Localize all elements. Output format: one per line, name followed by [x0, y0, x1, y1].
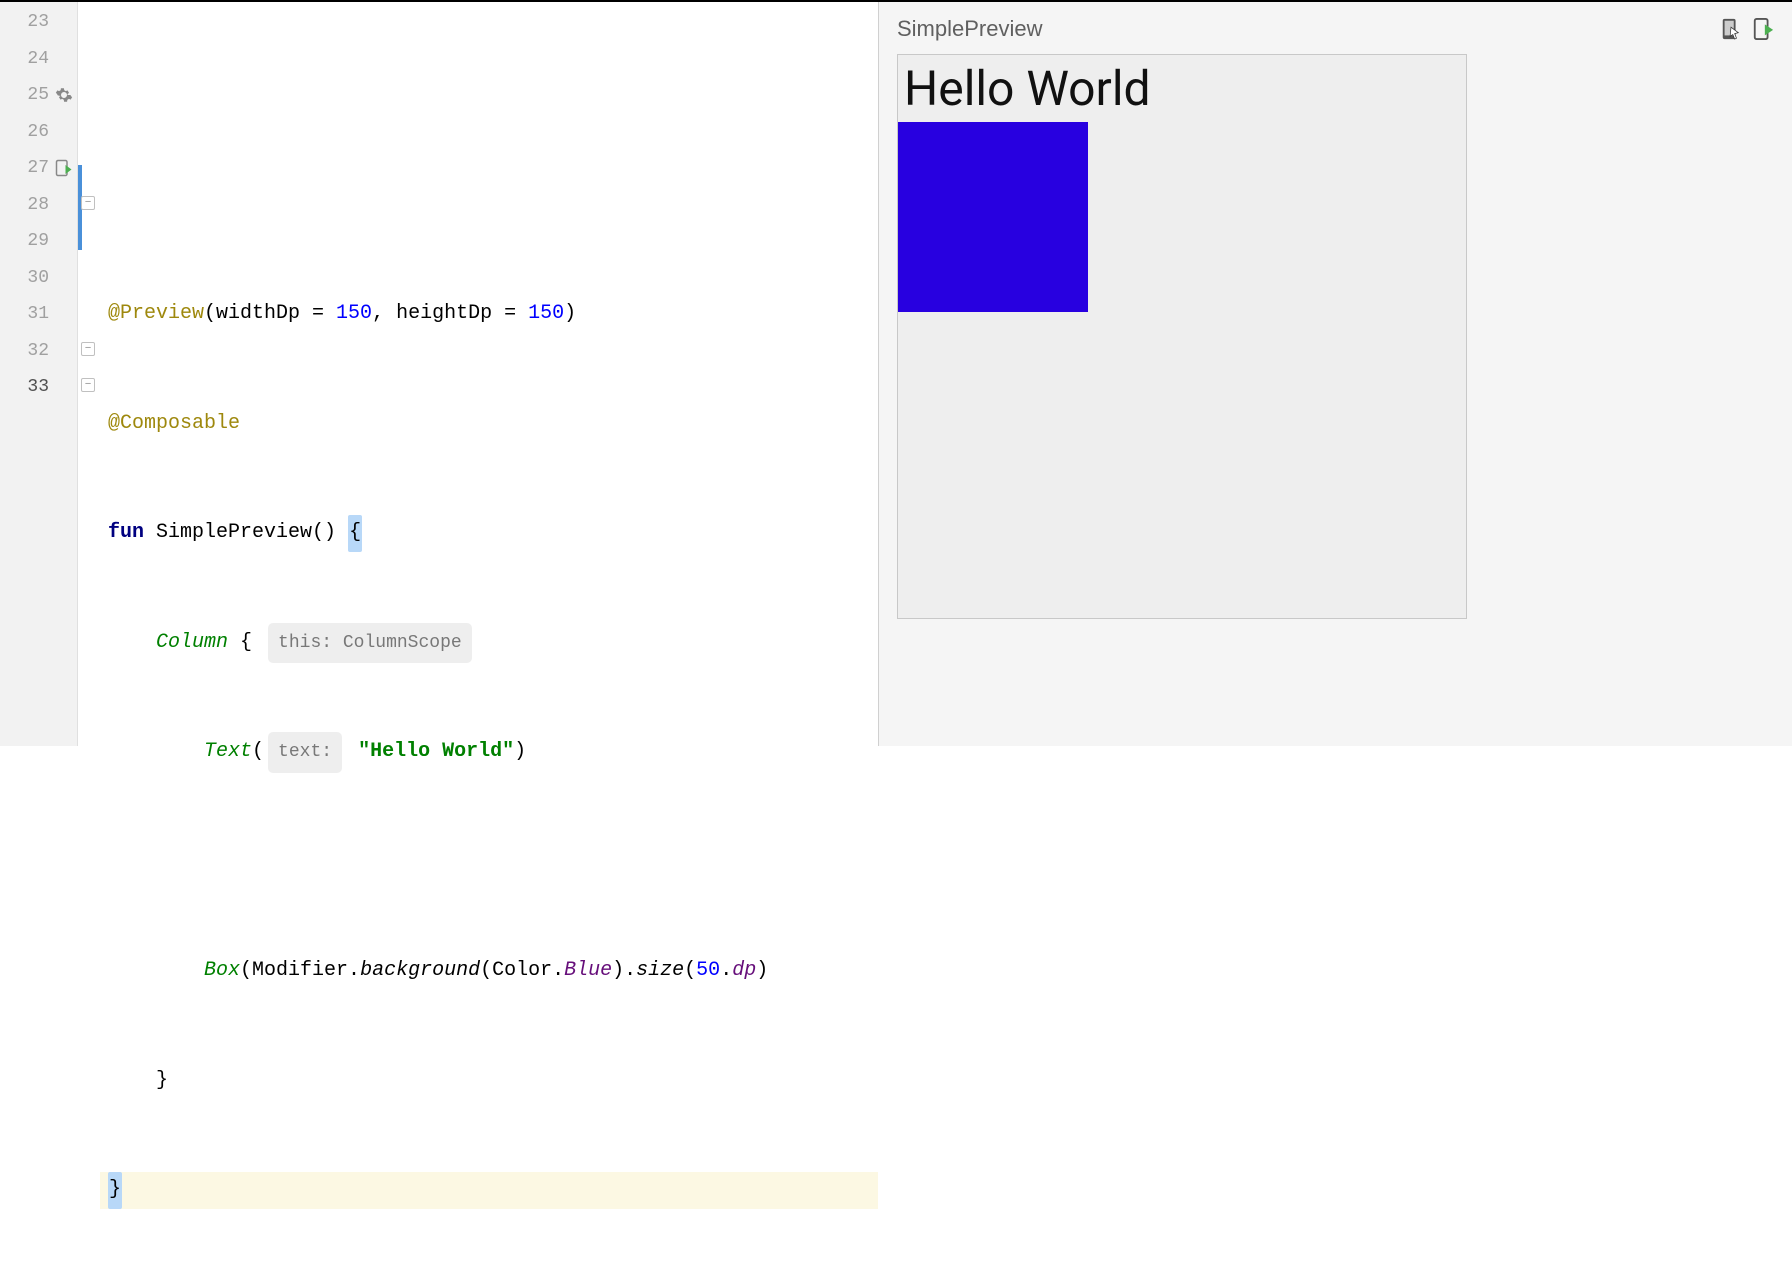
line-number: 28	[0, 187, 77, 224]
code-text-area[interactable]: @Preview(widthDp = 150, heightDp = 150) …	[100, 2, 878, 746]
line-number: 32	[0, 333, 77, 370]
line-number: 26	[0, 114, 77, 151]
code-line[interactable]	[100, 77, 878, 114]
fold-toggle-icon[interactable]	[81, 378, 95, 392]
line-number: 33	[0, 369, 77, 406]
preview-toolbar	[1720, 18, 1774, 40]
code-line[interactable]	[100, 187, 878, 224]
preview-title: SimplePreview	[897, 16, 1043, 42]
line-number: 25	[0, 77, 77, 114]
code-editor-pane[interactable]: 23 24 25 26 27 28 29 30 31 32 33 @Previe…	[0, 2, 878, 746]
code-line[interactable]: @Preview(widthDp = 150, heightDp = 150)	[100, 296, 878, 333]
line-number: 29	[0, 223, 77, 260]
preview-blue-box	[898, 122, 1088, 312]
run-icon[interactable]	[55, 159, 73, 177]
line-number: 31	[0, 296, 77, 333]
preview-canvas[interactable]: Hello World	[897, 54, 1467, 619]
code-line[interactable]: fun SimplePreview() {	[100, 515, 878, 552]
code-line[interactable]: }	[100, 1063, 878, 1100]
fold-toggle-icon[interactable]	[81, 196, 95, 210]
code-line[interactable]: Text(text: "Hello World")	[100, 734, 878, 771]
deploy-preview-icon[interactable]	[1752, 18, 1774, 40]
code-line[interactable]: @Composable	[100, 406, 878, 443]
line-number: 27	[0, 150, 77, 187]
code-line-current[interactable]: }	[100, 1172, 878, 1209]
line-number: 23	[0, 4, 77, 41]
inlay-hint: this: ColumnScope	[268, 623, 472, 664]
compose-preview-pane: SimplePreview Hello World	[878, 2, 1792, 746]
fold-strip	[78, 2, 100, 746]
line-number-gutter: 23 24 25 26 27 28 29 30 31 32 33	[0, 2, 78, 746]
code-line[interactable]: Box(Modifier.background(Color.Blue).size…	[100, 953, 878, 990]
gear-icon[interactable]	[55, 86, 73, 104]
inlay-hint: text:	[268, 732, 342, 773]
line-number: 30	[0, 260, 77, 297]
code-line[interactable]	[100, 844, 878, 881]
preview-header: SimplePreview	[897, 16, 1774, 42]
code-line[interactable]: Column { this: ColumnScope	[100, 625, 878, 662]
interactive-preview-icon[interactable]	[1720, 18, 1742, 40]
fold-toggle-icon[interactable]	[81, 342, 95, 356]
preview-text-hello: Hello World	[898, 55, 1466, 122]
line-number: 24	[0, 41, 77, 78]
